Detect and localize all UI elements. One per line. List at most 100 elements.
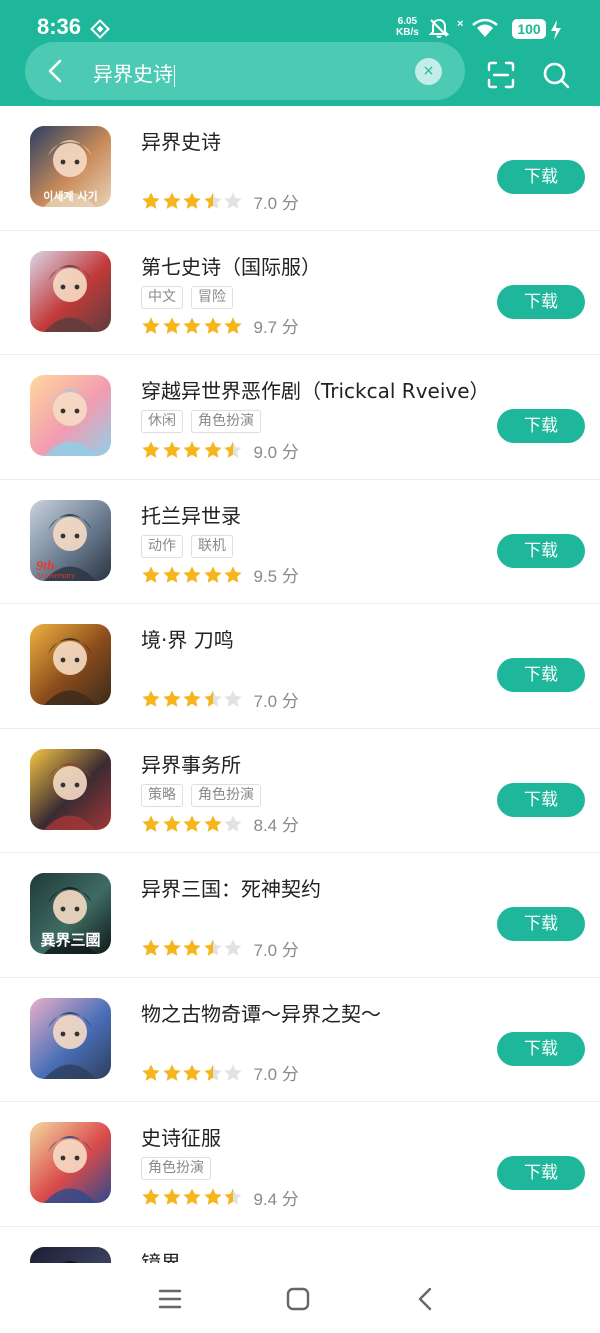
download-button[interactable]: 下载 [497,160,585,194]
game-icon-antique-tales[interactable] [30,997,111,1079]
list-item[interactable]: 第七史诗（国际服） 中文 冒险 9.7 分 下载 [0,231,600,355]
app-name: 第七史诗（国际服） [141,254,321,279]
star-filled-icon [162,815,181,832]
star-half-icon [203,192,222,209]
location-diamond-icon [90,19,110,39]
download-button[interactable]: 下载 [497,409,585,443]
star-half-icon [224,441,242,458]
download-button[interactable]: 下载 [497,533,585,568]
clear-search-button[interactable]: × [415,58,442,85]
star-filled-icon [162,192,181,209]
star-filled-icon [183,566,201,583]
tag-badge: 联机 [191,534,233,558]
game-icon-epic-conquest[interactable] [30,1122,111,1203]
app-name: 异界事务所 [141,752,241,777]
star-filled-icon [142,939,160,956]
search-input[interactable]: 异界史诗 [93,58,175,87]
game-icon-yijie-office[interactable] [30,748,111,830]
rating-row: 7.0 分 [141,190,299,213]
charging-bolt-icon [551,20,561,40]
rating-row: 7.0 分 [141,688,299,711]
star-filled-icon [203,566,222,583]
tag-badge: 中文 [141,285,183,309]
download-button[interactable]: 下载 [497,284,585,319]
game-icon-three-kingdoms[interactable]: 異界三國 [30,873,111,954]
star-filled-icon [183,441,201,458]
bell-muted-icon [428,18,450,38]
list-item[interactable]: 穿越异世界恶作剧（Trickcal Rveive） 休闲 角色扮演 9.0 分 下载 [0,355,600,480]
rating-score: 7.0 分 [253,691,299,711]
star-filled-icon [203,1188,222,1205]
tag-badge: 动作 [141,534,183,558]
star-filled-icon [183,690,201,707]
rating-score: 7.0 分 [253,940,299,960]
list-item[interactable]: 9th Anniversary 托兰异世录 动作 联机 9.5 分 下载 [0,480,600,604]
tag-badge: 角色扮演 [191,783,261,807]
rating-row: 7.0 分 [141,937,299,960]
star-filled-icon [162,1188,181,1205]
back-icon[interactable] [412,1285,440,1313]
menu-icon[interactable] [156,1285,184,1313]
download-button[interactable]: 下载 [497,782,585,817]
rating-score: 9.4 分 [253,1189,299,1209]
rating-score: 9.7 分 [253,318,299,337]
tag-badge: 策略 [141,783,183,807]
app-name: 异界史诗 [141,130,221,154]
download-button[interactable]: 下载 [497,1031,585,1066]
list-item[interactable]: 이세계 사기 异界史诗 7.0 分 下载 [0,106,600,231]
star-half-icon [203,1064,222,1081]
game-icon-trickcal[interactable] [30,375,111,456]
star-filled-icon [142,815,160,832]
star-filled-icon [183,939,201,956]
star-filled-icon [142,1064,160,1081]
list-item[interactable]: 异界事务所 策略 角色扮演 8.4 分 下载 [0,729,600,853]
rating-score: 9.0 分 [253,442,299,462]
list-item[interactable]: 境·界 刀鸣 7.0 分 下载 [0,604,600,729]
list-item[interactable]: 镜界 [0,1227,600,1263]
game-icon-epic-seven[interactable] [30,250,111,332]
star-empty-icon [224,1064,242,1081]
star-half-icon [224,1188,242,1205]
icon-lettering: 異界三國 [40,931,100,949]
game-icon-bleach[interactable] [30,624,111,705]
scan-icon[interactable] [486,60,516,90]
app-name: 境·界 刀鸣 [141,628,234,652]
star-filled-icon [183,192,201,209]
star-filled-icon [162,690,181,707]
search-bar[interactable]: 异界史诗 × [25,42,465,100]
app-name: 物之古物奇谭～异界之契～ [141,1001,381,1026]
star-filled-icon [203,815,222,832]
app-tags: 休闲 角色扮演 [141,410,269,434]
list-item[interactable]: 史诗征服 角色扮演 9.4 分 下载 [0,1102,600,1227]
star-filled-icon [142,317,160,334]
rating-score: 7.0 分 [253,193,299,213]
tag-badge: 角色扮演 [141,1157,211,1180]
star-rating [141,938,244,958]
download-button[interactable]: 下载 [497,658,585,692]
list-item[interactable]: 物之古物奇谭～异界之契～ 7.0 分 下载 [0,978,600,1102]
star-empty-icon [224,815,242,832]
app-name: 穿越异世界恶作剧（Trickcal Rveive） [141,379,490,403]
rating-row: 9.4 分 [141,1186,299,1209]
game-icon-tolan[interactable]: 9th Anniversary [30,499,111,581]
download-button[interactable]: 下载 [497,1156,585,1190]
battery-indicator: 100 [512,19,546,39]
icon-anniversary-word: Anniversary [35,571,76,580]
download-button[interactable]: 下载 [497,907,585,941]
net-speed: 6.05 KB/s [396,16,419,38]
system-nav-bar [0,1263,600,1333]
star-filled-icon [142,690,160,707]
star-filled-icon [183,815,201,832]
home-icon[interactable] [284,1285,312,1313]
search-results-list[interactable]: 이세계 사기 异界史诗 7.0 分下载 第七史诗（国际服） 中文 冒险 9.7 … [0,106,600,1263]
star-filled-icon [162,441,181,458]
list-item[interactable]: 異界三國 异界三国：死神契约 7.0 分 下载 [0,853,600,978]
search-icon[interactable] [541,60,571,90]
game-icon-jingjie[interactable] [30,1246,111,1263]
star-filled-icon [203,441,222,458]
game-icon-yijie-shishi[interactable]: 이세계 사기 [30,126,111,207]
star-rating [141,316,244,336]
back-arrow-icon[interactable] [41,56,71,86]
app-tags: 角色扮演 [141,1157,219,1181]
star-filled-icon [183,1188,201,1205]
